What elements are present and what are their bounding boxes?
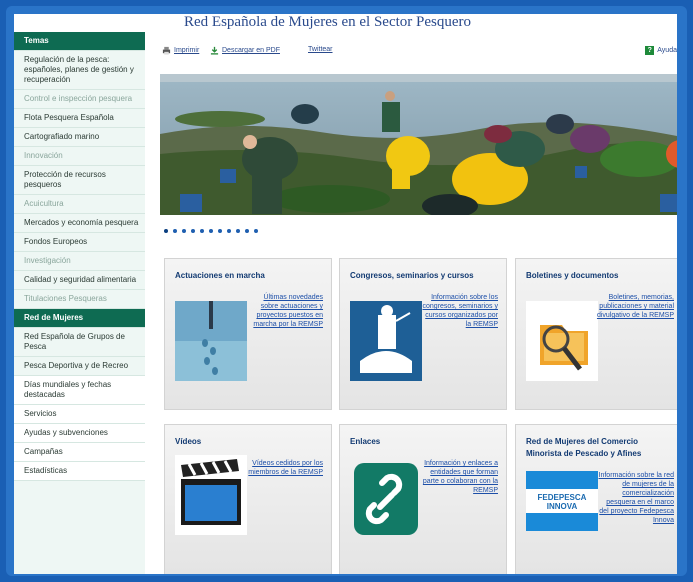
sidebar-section-header: Red de Mujeres bbox=[14, 309, 145, 328]
help-button[interactable]: ? Ayuda bbox=[645, 46, 677, 55]
card-actuaciones[interactable]: Actuaciones en marcha Últimas novedades … bbox=[164, 258, 332, 410]
carousel-dot[interactable] bbox=[164, 229, 168, 233]
sidebar-item[interactable]: Días mundiales y fechas destacadas bbox=[14, 376, 145, 405]
sidebar-item[interactable]: Acuicultura bbox=[14, 195, 145, 214]
carousel-dot[interactable] bbox=[209, 229, 213, 233]
sidebar-item[interactable]: Fondos Europeos bbox=[14, 233, 145, 252]
download-icon bbox=[210, 46, 219, 55]
sidebar-item[interactable]: Regulación de la pesca: españoles, plane… bbox=[14, 51, 145, 90]
carousel-indicators bbox=[164, 229, 258, 233]
card-red-comercio[interactable]: Red de Mujeres del Comercio Minorista de… bbox=[515, 424, 677, 574]
shellfish-gatherers-photo bbox=[160, 74, 677, 215]
card-title: Enlaces bbox=[350, 437, 381, 446]
carousel-dot[interactable] bbox=[227, 229, 231, 233]
sidebar-section-header: Temas bbox=[14, 32, 145, 51]
sidebar-item[interactable]: Ayudas y subvenciones bbox=[14, 424, 145, 443]
carousel-dot[interactable] bbox=[182, 229, 186, 233]
hero-photo bbox=[160, 74, 677, 215]
sidebar-item[interactable]: Servicios bbox=[14, 405, 145, 424]
download-pdf-label: Descargar en PDF bbox=[222, 47, 280, 54]
conference-image bbox=[350, 301, 422, 381]
help-label: Ayuda bbox=[657, 47, 677, 54]
card-title: Actuaciones en marcha bbox=[175, 271, 265, 280]
sidebar-item[interactable]: Red Española de Grupos de Pesca bbox=[14, 328, 145, 357]
card-description[interactable]: Información y enlaces a entidades que fo… bbox=[420, 459, 498, 495]
sidebar-item[interactable]: Calidad y seguridad alimentaria bbox=[14, 271, 145, 290]
card-title: Boletines y documentos bbox=[526, 271, 619, 280]
card-enlaces[interactable]: Enlaces Información y enlaces a entidade… bbox=[339, 424, 507, 574]
carousel-dot[interactable] bbox=[245, 229, 249, 233]
sidebar-item[interactable]: Pesca Deportiva y de Recreo bbox=[14, 357, 145, 376]
link-image bbox=[350, 459, 422, 539]
card-description[interactable]: Vídeos cedidos por los miembros de la RE… bbox=[245, 459, 323, 477]
card-boletines[interactable]: Boletines y documentos Boletines, memori… bbox=[515, 258, 677, 410]
sidebar-item[interactable]: Cartografiado marino bbox=[14, 128, 145, 147]
sidebar-item[interactable]: Protección de recursos pesqueros bbox=[14, 166, 145, 195]
card-description[interactable]: Boletines, memorias, publicaciones y mat… bbox=[596, 293, 674, 320]
share-button[interactable]: Twittear bbox=[308, 46, 333, 53]
printer-icon bbox=[162, 46, 171, 55]
sidebar-item[interactable]: Campañas bbox=[14, 443, 145, 462]
clapperboard-image bbox=[175, 455, 247, 535]
card-congresos[interactable]: Congresos, seminarios y cursos Informaci… bbox=[339, 258, 507, 410]
carousel-dot[interactable] bbox=[236, 229, 240, 233]
carousel-dot[interactable] bbox=[218, 229, 222, 233]
sidebar: Temas Regulación de la pesca: españoles, … bbox=[14, 32, 145, 574]
sidebar-item[interactable]: Flota Pesquera Española bbox=[14, 109, 145, 128]
help-icon: ? bbox=[645, 46, 655, 55]
card-description[interactable]: Últimas novedades sobre actuaciones y pr… bbox=[245, 293, 323, 329]
sidebar-item[interactable]: Estadísticas bbox=[14, 462, 145, 481]
card-videos[interactable]: Vídeos Vídeos cedidos por los miembros d… bbox=[164, 424, 332, 574]
sidebar-item[interactable]: Mercados y economía pesquera bbox=[14, 214, 145, 233]
print-label: Imprimir bbox=[174, 47, 200, 54]
sidebar-item[interactable]: Titulaciones Pesqueras bbox=[14, 290, 145, 309]
card-subtitle: Minorista de Pescado y Afines bbox=[526, 449, 642, 458]
footprints-image bbox=[175, 301, 247, 381]
share-label: Twittear bbox=[308, 46, 333, 53]
print-button[interactable]: Imprimir bbox=[162, 46, 199, 55]
folder-magnifier-image bbox=[526, 301, 598, 381]
page-window: Red Española de Mujeres en el Sector Pes… bbox=[14, 14, 677, 574]
card-title: Congresos, seminarios y cursos bbox=[350, 271, 474, 280]
carousel-dot[interactable] bbox=[254, 229, 258, 233]
carousel-dot[interactable] bbox=[191, 229, 195, 233]
card-title: Vídeos bbox=[175, 437, 202, 446]
sidebar-item[interactable]: Control e inspección pesquera bbox=[14, 90, 145, 109]
card-description[interactable]: Información sobre la red de mujeres de l… bbox=[596, 471, 674, 525]
fedepesca-logo: FEDEPESCA INNOVA bbox=[526, 471, 598, 531]
carousel-dot[interactable] bbox=[200, 229, 204, 233]
download-pdf-button[interactable]: Descargar en PDF bbox=[210, 46, 280, 55]
card-title: Red de Mujeres del Comercio bbox=[526, 437, 639, 446]
carousel-dot[interactable] bbox=[173, 229, 177, 233]
toolbar: Imprimir Descargar en PDF Twittear ? Ayu… bbox=[162, 44, 677, 58]
sidebar-item[interactable]: Investigación bbox=[14, 252, 145, 271]
sidebar-item[interactable]: Innovación bbox=[14, 147, 145, 166]
site-title: Red Española de Mujeres en el Sector Pes… bbox=[184, 14, 471, 30]
card-description[interactable]: Información sobre los congresos, seminar… bbox=[420, 293, 498, 329]
fedepesca-logo-text: FEDEPESCA INNOVA bbox=[537, 493, 587, 511]
